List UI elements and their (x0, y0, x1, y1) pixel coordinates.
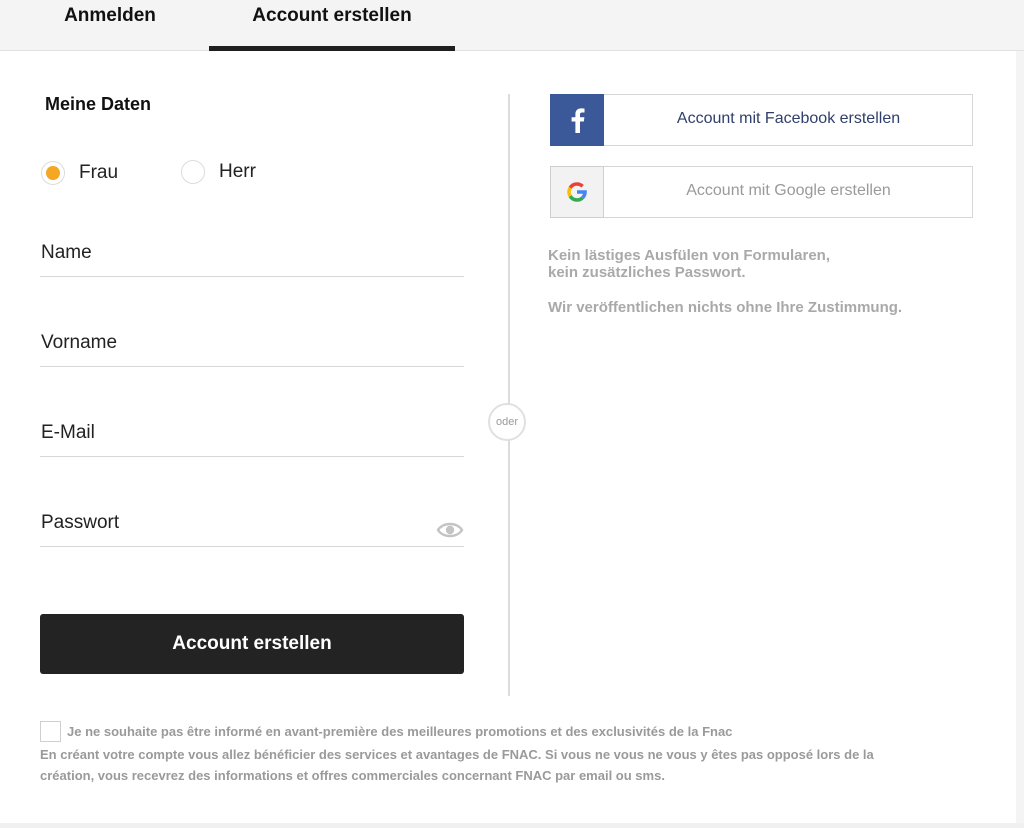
vertical-divider (508, 94, 510, 696)
password-input[interactable] (40, 512, 421, 534)
radio-herr-label: Herr (219, 161, 256, 182)
facebook-icon (571, 108, 585, 133)
optout-checkbox[interactable] (40, 721, 61, 742)
tab-bar: Anmelden Account erstellen (0, 0, 1024, 51)
radio-herr[interactable]: Herr (181, 160, 256, 184)
panel-edge (1016, 51, 1024, 828)
vorname-field (40, 326, 464, 367)
facebook-signup-button[interactable]: Account mit Facebook erstellen (550, 94, 973, 146)
vorname-input[interactable] (40, 332, 421, 354)
name-input[interactable] (40, 242, 421, 264)
info-text-line-1: Kein lästiges Ausfülen von Formularen, (548, 247, 830, 264)
optout-label: Je ne souhaite pas être informé en avant… (67, 724, 733, 739)
google-signup-label: Account mit Google erstellen (686, 182, 891, 199)
radio-selected-dot (46, 166, 60, 180)
eye-icon[interactable] (436, 520, 464, 540)
tab-account-erstellen-label: Account erstellen (252, 5, 412, 26)
google-signup-button[interactable]: Account mit Google erstellen (550, 166, 973, 218)
radio-frau[interactable]: Frau (41, 161, 118, 185)
radio-frau-circle[interactable] (41, 161, 65, 185)
radio-frau-label: Frau (79, 162, 119, 183)
legal-text: En créant votre compte vous allez bénéfi… (40, 744, 940, 786)
password-field (40, 506, 464, 547)
tab-anmelden[interactable]: Anmelden (0, 0, 220, 50)
tab-account-erstellen[interactable]: Account erstellen (209, 0, 455, 51)
email-field (40, 416, 464, 457)
section-title: Meine Daten (45, 94, 152, 114)
facebook-icon-box (550, 94, 604, 146)
google-icon-box (550, 166, 604, 218)
radio-herr-circle[interactable] (181, 160, 205, 184)
info-text-line-3: Wir veröffentlichen nichts ohne Ihre Zus… (548, 299, 903, 316)
info-text-line-2: kein zusätzliches Passwort. (548, 264, 746, 281)
oder-badge: oder (488, 403, 526, 441)
bottom-strip (0, 823, 1024, 828)
google-icon (567, 182, 587, 202)
email-input[interactable] (40, 422, 421, 444)
facebook-signup-label: Account mit Facebook erstellen (676, 110, 901, 127)
name-field (40, 236, 464, 277)
legal-text-line-2: création, vous recevrez des informations… (40, 768, 665, 783)
registration-panel: Meine Daten Frau Herr Account erstellen … (0, 51, 1016, 823)
account-erstellen-button[interactable]: Account erstellen (40, 614, 464, 674)
legal-text-line-1: En créant votre compte vous allez bénéfi… (40, 747, 874, 762)
